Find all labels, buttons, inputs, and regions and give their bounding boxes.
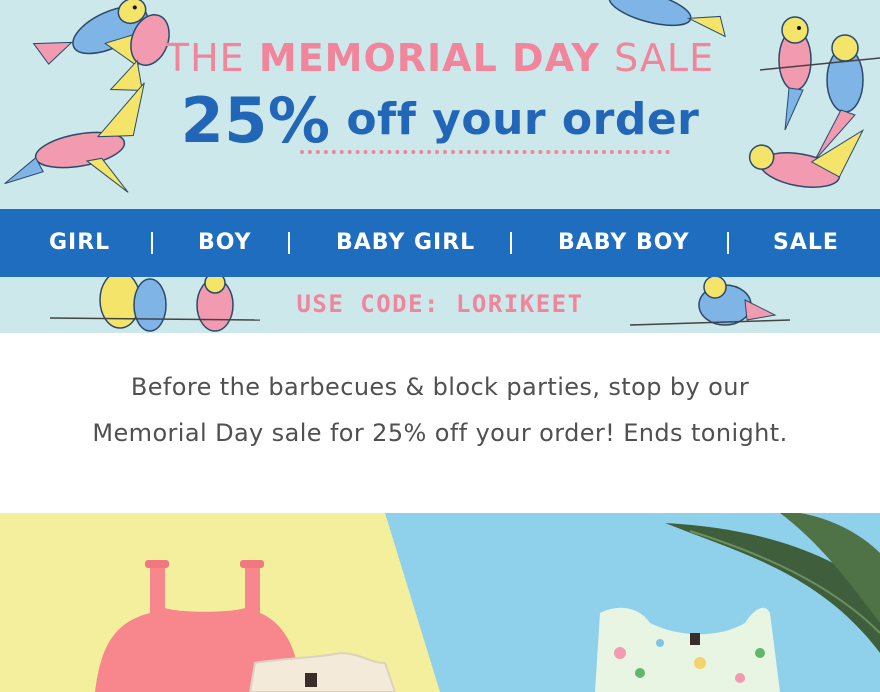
nav-item-baby-girl[interactable]: BABY GIRL [336,209,475,277]
headline-emphasis: MEMORIAL DAY [258,36,600,80]
nav-item-boy[interactable]: BOY [198,209,252,277]
nav-item-sale[interactable]: SALE [773,209,839,277]
sale-headline: THE MEMORIAL DAY SALE [0,36,880,80]
headline-prefix: THE [165,36,245,80]
nav-divider [510,232,512,254]
nav-item-baby-boy[interactable]: BABY BOY [558,209,690,277]
nav-divider [151,232,153,254]
nav-divider [727,232,729,254]
product-photo[interactable] [0,513,880,692]
discount-tail: off your order [346,94,700,145]
intro-line: Before the barbecues & block parties, st… [130,373,750,401]
hero-banner[interactable]: THE MEMORIAL DAY SALE 25% off your order… [0,0,880,333]
discount-headline: 25% off your order [0,84,880,157]
discount-amount: 25% [180,84,331,157]
intro-line: Memorial Day sale for 25% off your order… [92,419,788,447]
category-nav: GIRL BOY BABY GIRL BABY BOY SALE [0,209,880,277]
nav-divider [288,232,290,254]
dotted-divider [300,150,670,154]
intro-copy: Before the barbecues & block parties, st… [0,333,880,513]
clothing-flatlay-image [0,513,880,692]
promo-code: USE CODE: LORIKEET [296,290,584,318]
nav-item-girl[interactable]: GIRL [49,209,110,277]
headline-suffix: SALE [614,36,715,80]
